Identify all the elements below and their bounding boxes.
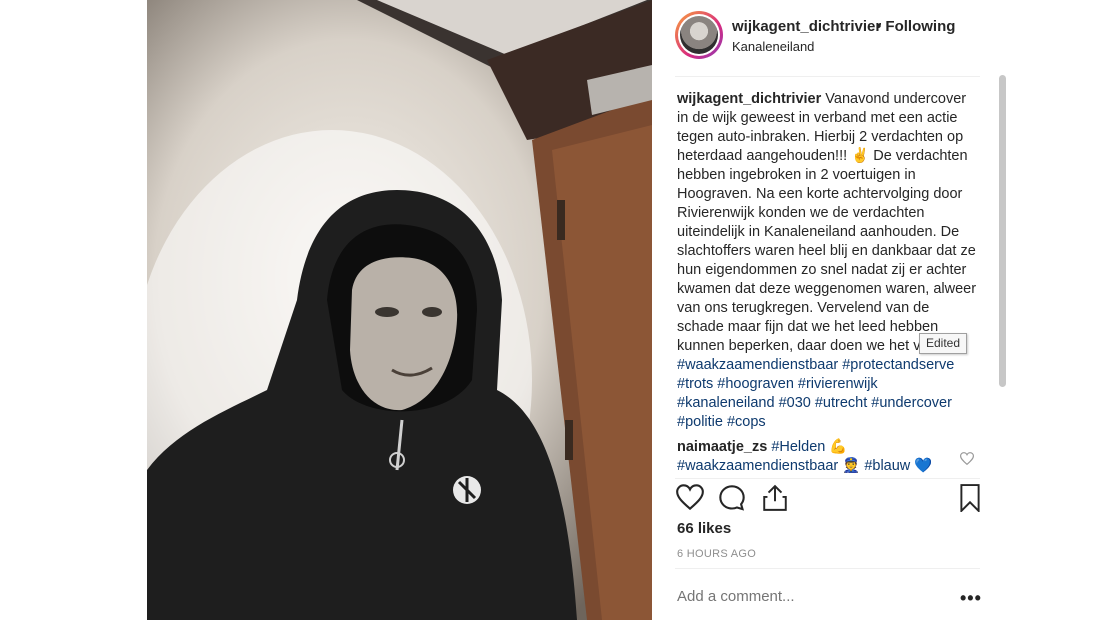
scrollbar[interactable] — [999, 75, 1006, 387]
comment-icon[interactable] — [718, 484, 746, 517]
post-caption: wijkagent_dichtrivier Vanavond undercove… — [677, 90, 977, 432]
edited-tooltip: Edited — [919, 333, 967, 354]
caption-text: Vanavond undercover in de wijk geweest i… — [677, 91, 977, 354]
share-icon[interactable] — [762, 484, 788, 517]
comment-text[interactable]: #Helden 💪 — [771, 439, 847, 455]
comment-heart-icon[interactable] — [959, 452, 975, 470]
comment-text-line2[interactable]: #waakzaamendienstbaar 👮 #blauw 💙 — [677, 458, 932, 474]
divider — [675, 76, 980, 77]
comment-input[interactable] — [677, 588, 927, 605]
divider — [675, 478, 980, 479]
username-link[interactable]: wijkagent_dichtrivier — [732, 18, 881, 35]
caption-username[interactable]: wijkagent_dichtrivier — [677, 91, 821, 107]
post-photo — [147, 0, 652, 620]
avatar[interactable] — [675, 11, 723, 59]
following-button[interactable]: • Following — [876, 18, 955, 35]
post-panel: wijkagent_dichtrivier • Following Kanale… — [652, 0, 1007, 620]
post-header: wijkagent_dichtrivier • Following Kanale… — [652, 0, 1007, 76]
action-bar — [676, 484, 986, 514]
bookmark-icon[interactable] — [958, 484, 982, 517]
heart-icon[interactable] — [676, 484, 704, 515]
likes-count[interactable]: 66 likes — [677, 520, 731, 537]
post-time[interactable]: 6 HOURS AGO — [677, 548, 756, 560]
caption-hashtags[interactable]: #waakzaamendienstbaar #protectandserve #… — [677, 357, 954, 430]
comment-item: naimaatje_zs #Helden 💪 #waakzaamendienst… — [677, 438, 977, 476]
comment-username[interactable]: naimaatje_zs — [677, 439, 767, 455]
location-link[interactable]: Kanaleneiland — [732, 39, 814, 54]
divider — [675, 568, 980, 569]
more-options-button[interactable]: ••• — [960, 588, 982, 609]
